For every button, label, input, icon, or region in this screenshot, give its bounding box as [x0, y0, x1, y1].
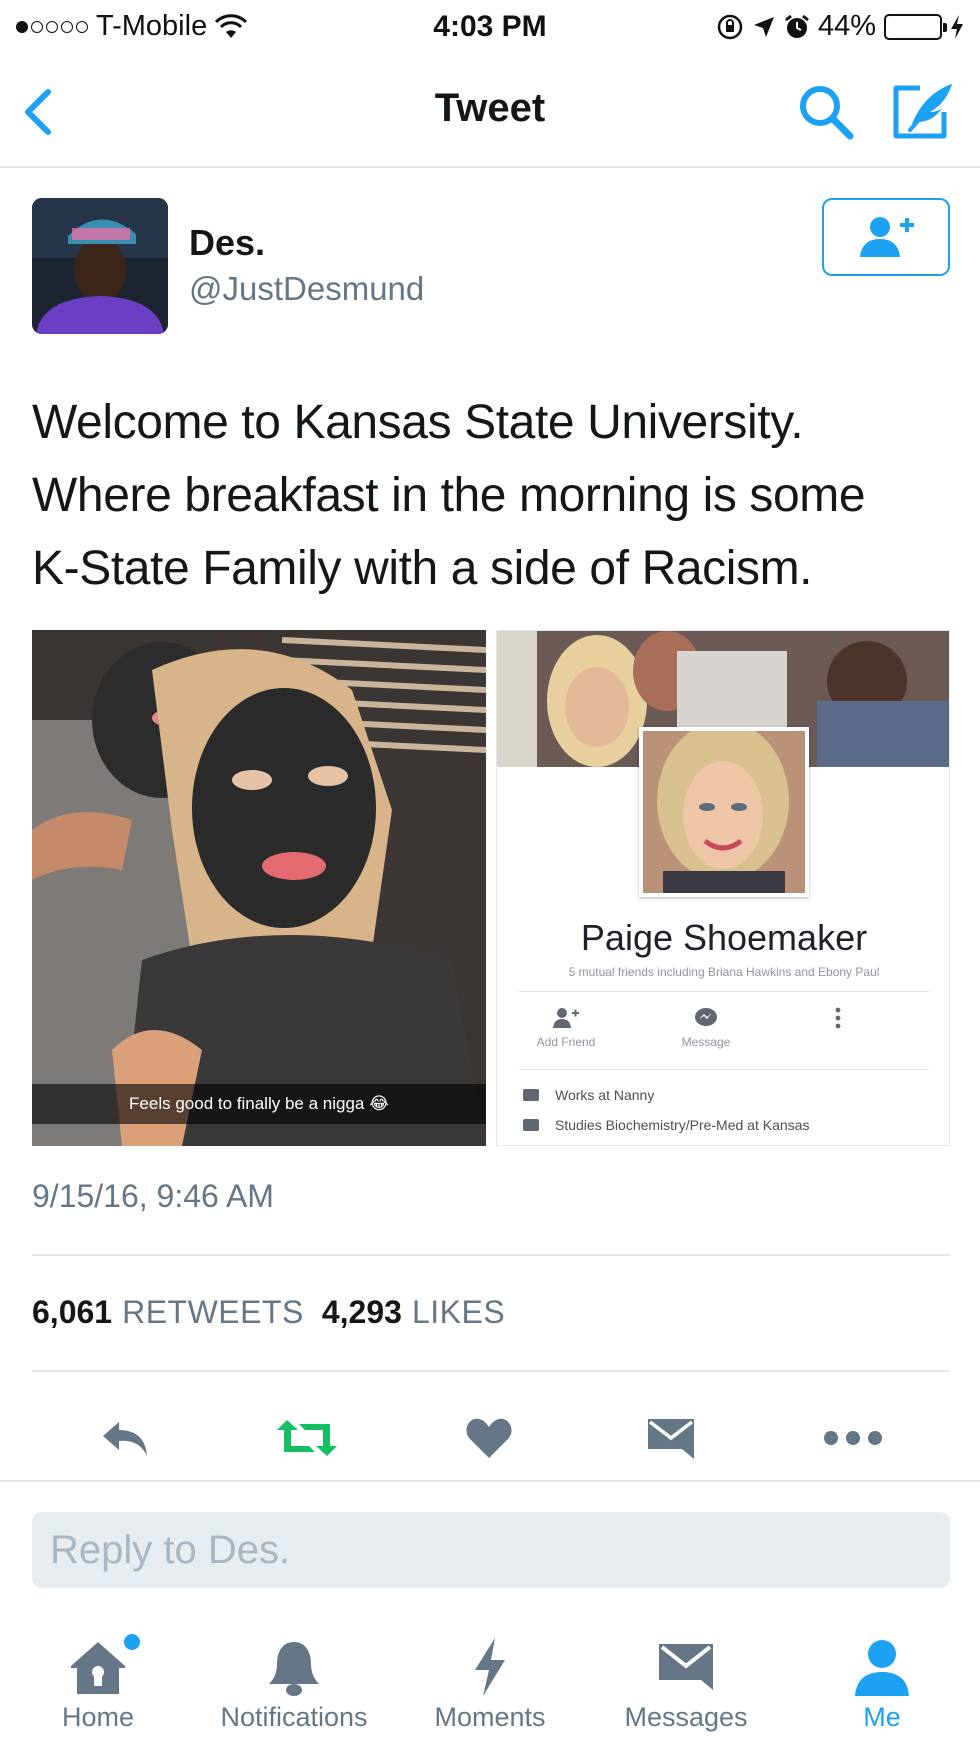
add-user-icon [860, 217, 914, 257]
tab-bar: Home Notifications Moments Messages Me [0, 1610, 980, 1742]
tweet-timestamp: 9/15/16, 9:46 AM [32, 1178, 274, 1214]
more-icon [824, 1431, 882, 1445]
like-icon [466, 1418, 512, 1458]
battery-icon [884, 13, 947, 40]
orientation-lock-icon [717, 14, 743, 39]
likes-count: 4,293 [321, 1294, 402, 1330]
author-handle[interactable]: @JustDesmund [189, 270, 424, 308]
likes-stat[interactable]: 4,293 LIKES [322, 1294, 505, 1331]
follow-button[interactable] [822, 198, 950, 276]
person-icon [855, 1640, 909, 1696]
fb-message: Message [641, 1007, 771, 1049]
location-icon [753, 16, 774, 37]
divider [32, 1254, 950, 1256]
search-icon[interactable] [796, 82, 856, 142]
reply-button[interactable] [90, 1408, 160, 1468]
more-vertical-icon [835, 1007, 841, 1029]
tab-me[interactable]: Me [784, 1610, 980, 1742]
navigation-bar: Tweet [0, 56, 980, 168]
tab-moments-label: Moments [434, 1702, 546, 1732]
tab-moments[interactable]: Moments [392, 1610, 588, 1742]
retweets-label: RETWEETS [122, 1294, 304, 1330]
retweet-icon [277, 1420, 337, 1456]
fb-profile-picture [639, 727, 809, 897]
fb-message-label: Message [681, 1035, 731, 1049]
bell-icon [269, 1642, 319, 1696]
media-photo-snapchat[interactable]: Feels good to finally be a nigga 😂 [32, 630, 486, 1146]
fb-divider [519, 1069, 929, 1070]
author-name[interactable]: Des. [189, 222, 265, 264]
reply-icon [103, 1422, 147, 1456]
graduation-cap-icon [523, 1119, 539, 1131]
envelope-icon [659, 1644, 713, 1690]
fb-study-text: Studies Biochemistry/Pre-Med at Kansas [555, 1117, 810, 1133]
direct-message-button[interactable] [636, 1408, 706, 1468]
direct-message-icon [648, 1419, 694, 1459]
messenger-icon [695, 1008, 717, 1026]
reply-input[interactable] [32, 1512, 950, 1588]
avatar[interactable] [32, 198, 168, 334]
divider [32, 1370, 950, 1372]
tweet-stats: 6,061 RETWEETS 4,293 LIKES [32, 1294, 505, 1331]
media-photo-facebook-profile[interactable]: Paige Shoemaker 5 mutual friends includi… [496, 630, 950, 1146]
fb-work-info: Works at Nanny [523, 1087, 654, 1103]
fb-add-friend: Add Friend [501, 1007, 631, 1049]
selfie-image [32, 630, 486, 1146]
fb-work-text: Works at Nanny [555, 1087, 655, 1103]
alarm-icon [785, 14, 809, 38]
tab-notifications[interactable]: Notifications [196, 1610, 392, 1742]
retweet-button[interactable] [272, 1408, 342, 1468]
home-icon [71, 1642, 125, 1694]
tab-messages[interactable]: Messages [588, 1610, 784, 1742]
charging-icon [951, 14, 963, 39]
tweet-author: Des. @JustDesmund [32, 196, 952, 336]
more-button[interactable] [818, 1408, 888, 1468]
reply-bar [0, 1480, 980, 1588]
battery-percent: 44% [817, 10, 876, 42]
tab-me-label: Me [863, 1702, 901, 1732]
tweet-text: Welcome to Kansas State University. Wher… [32, 396, 866, 595]
fb-mutual-friends: 5 mutual friends including Briana Hawkin… [568, 965, 880, 979]
likes-label: LIKES [411, 1294, 506, 1330]
like-button[interactable] [454, 1408, 524, 1468]
lightning-icon [475, 1638, 505, 1696]
status-right: 44% [716, 10, 964, 43]
compose-icon[interactable] [890, 78, 956, 144]
tab-home[interactable]: Home [0, 1610, 196, 1742]
tab-notifications-label: Notifications [220, 1702, 368, 1732]
fb-profile-name: Paige Shoemaker [580, 917, 868, 958]
snap-caption: Feels good to finally be a nigga 😂 [32, 1084, 486, 1124]
retweets-count: 6,061 [32, 1294, 113, 1330]
fb-more [773, 1007, 903, 1035]
tab-home-label: Home [61, 1702, 135, 1732]
home-notification-dot [124, 1634, 140, 1650]
tweet-actions [0, 1398, 980, 1478]
fb-study-info: Studies Biochemistry/Pre-Med at Kansas [523, 1117, 809, 1133]
fb-divider [519, 991, 929, 992]
tweet-media: Feels good to finally be a nigga 😂 Paige… [32, 630, 950, 1146]
fb-add-friend-label: Add Friend [536, 1035, 596, 1049]
retweets-stat[interactable]: 6,061 RETWEETS [32, 1294, 304, 1331]
tab-messages-label: Messages [624, 1702, 748, 1732]
briefcase-icon [523, 1089, 539, 1101]
status-bar: T-Mobile 4:03 PM 44% [0, 0, 980, 56]
add-friend-icon [553, 1008, 579, 1028]
